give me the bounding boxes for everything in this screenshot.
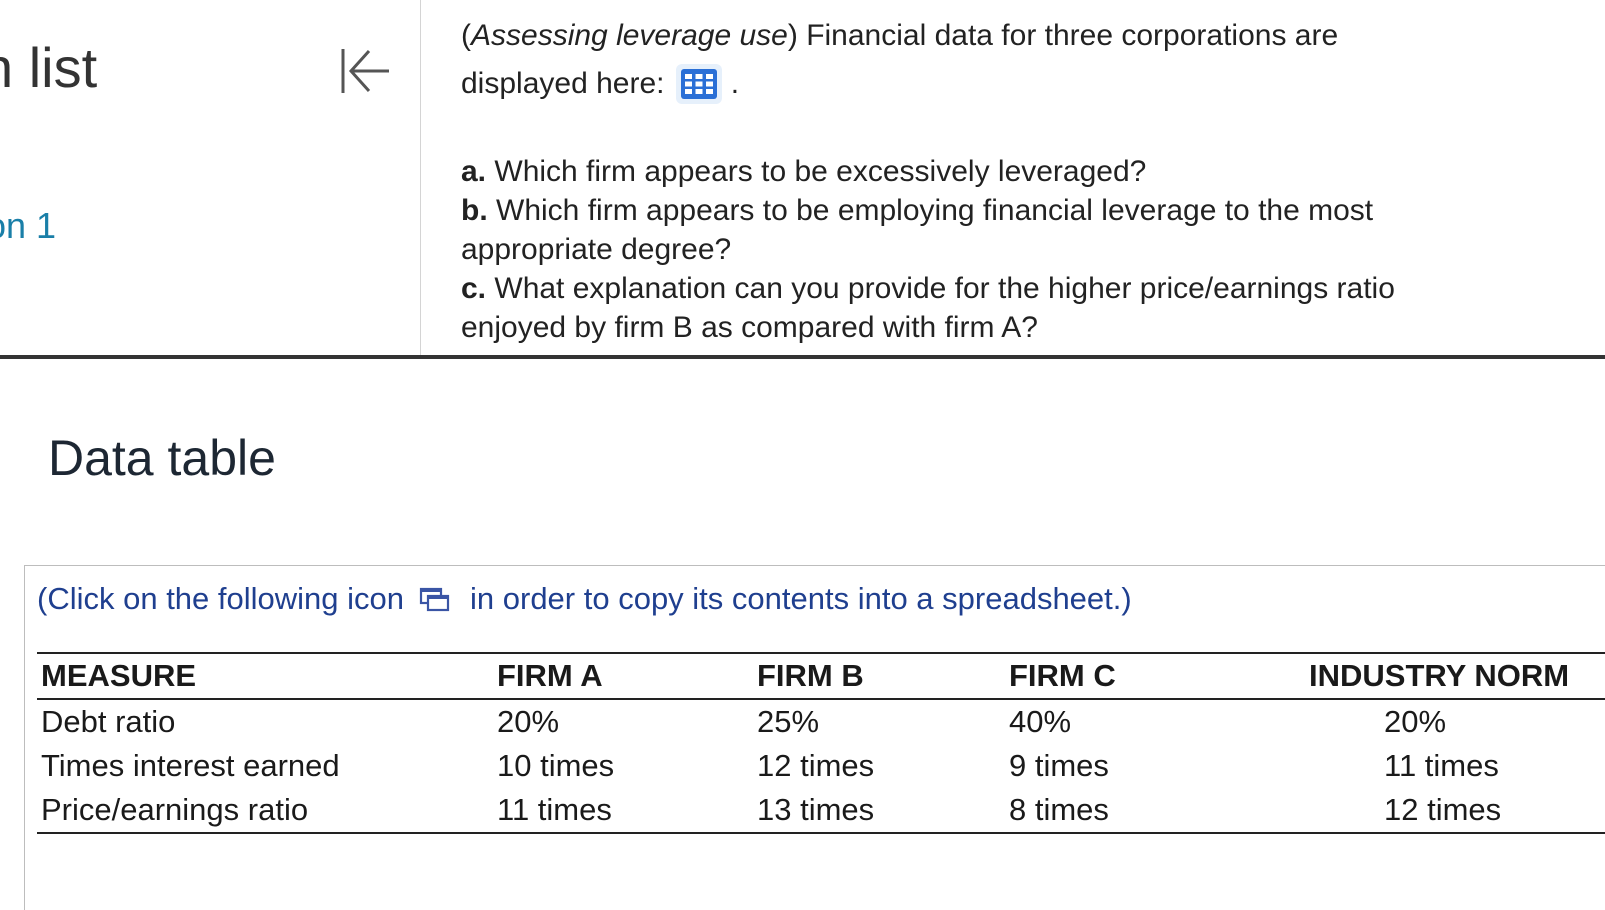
data-table-button[interactable] [676, 64, 723, 104]
question-part-b: b. Which firm appears to be employing fi… [461, 191, 1581, 230]
question-intro-line2: displayed here: . [461, 58, 1581, 110]
question-intro-line2-text: displayed here: [461, 67, 665, 100]
column-header-firm-b: FIRM B [757, 652, 1009, 700]
part-text: Which firm appears to be employing finan… [496, 194, 1374, 227]
question-part-b-cont: appropriate degree? [461, 230, 1581, 269]
part-letter: b. [461, 194, 488, 227]
column-header-firm-a: FIRM A [497, 652, 757, 700]
table-cell: 25% [757, 704, 820, 739]
table-cell: 12 times [757, 748, 875, 783]
question-part-a: a. Which firm appears to be excessively … [461, 152, 1581, 191]
table-cell: 9 times [1009, 748, 1109, 783]
question-list-panel: n list on 1 [0, 0, 421, 355]
table-cell: 11 times [1384, 748, 1499, 783]
question-intro-period: . [722, 67, 740, 100]
question-list-item-link[interactable]: on 1 [0, 204, 56, 248]
collapse-left-icon [341, 49, 389, 93]
column-header-industry-norm: INDUSTRY NORM [1309, 652, 1605, 700]
copy-spreadsheet-icon [419, 587, 450, 612]
page: n list on 1 (Assessing leverage use) Fin… [0, 0, 1605, 910]
table-cell: 12 times [1309, 788, 1605, 834]
table-row: Times interest earned 10 times 12 times … [37, 744, 1605, 788]
column-header-firm-c: FIRM C [1009, 652, 1309, 700]
copy-hint-before: (Click on the following icon [37, 581, 405, 616]
table-cell: 10 times [497, 748, 615, 783]
table-cell: 20% [497, 704, 560, 739]
table-cell: 8 times [1009, 788, 1309, 834]
data-table-panel: (Click on the following icon in order to… [24, 565, 1605, 910]
table-cell: 20% [1384, 704, 1447, 739]
part-letter: c. [461, 272, 487, 305]
part-text: enjoyed by firm B as compared with firm … [461, 311, 1038, 344]
question-list-title: n list [0, 36, 98, 99]
part-text: What explanation can you provide for the… [494, 272, 1395, 305]
copy-to-spreadsheet-button[interactable] [418, 584, 450, 614]
table-grid-icon [681, 69, 718, 99]
question-intro-text: Financial data for three corporations ar… [806, 19, 1339, 52]
table-cell: 40% [1009, 704, 1072, 739]
table-row: Price/earnings ratio 11 times 13 times 8… [37, 788, 1605, 834]
table-cell: 13 times [757, 788, 1009, 834]
part-text: Which firm appears to be excessively lev… [494, 155, 1147, 188]
copy-hint: (Click on the following icon in order to… [37, 580, 1132, 618]
question-content: (Assessing leverage use) Financial data … [461, 14, 1581, 347]
copy-hint-after: in order to copy its contents into a spr… [470, 581, 1132, 616]
question-part-c-cont: enjoyed by firm B as compared with firm … [461, 308, 1581, 347]
part-letter: a. [461, 155, 487, 188]
financial-data-table: MEASURE FIRM A FIRM B FIRM C INDUSTRY NO… [37, 652, 1605, 834]
column-header-measure: MEASURE [37, 652, 497, 700]
question-parts: a. Which firm appears to be excessively … [461, 152, 1581, 347]
collapse-panel-button[interactable] [334, 40, 396, 102]
table-cell: 11 times [497, 788, 757, 834]
data-table-title: Data table [48, 430, 276, 486]
question-intro: (Assessing leverage use) Financial data … [461, 19, 1339, 52]
table-cell: Debt ratio [41, 704, 176, 739]
part-text: appropriate degree? [461, 233, 732, 266]
table-cell: Times interest earned [41, 748, 340, 783]
question-lead: Assessing leverage use [471, 19, 788, 52]
question-part-c: c. What explanation can you provide for … [461, 269, 1581, 308]
table-cell: Price/earnings ratio [37, 788, 497, 834]
table-header-row: MEASURE FIRM A FIRM B FIRM C INDUSTRY NO… [37, 652, 1605, 700]
table-row: Debt ratio 20% 25% 40% 20% [37, 699, 1605, 744]
section-divider [0, 355, 1605, 359]
